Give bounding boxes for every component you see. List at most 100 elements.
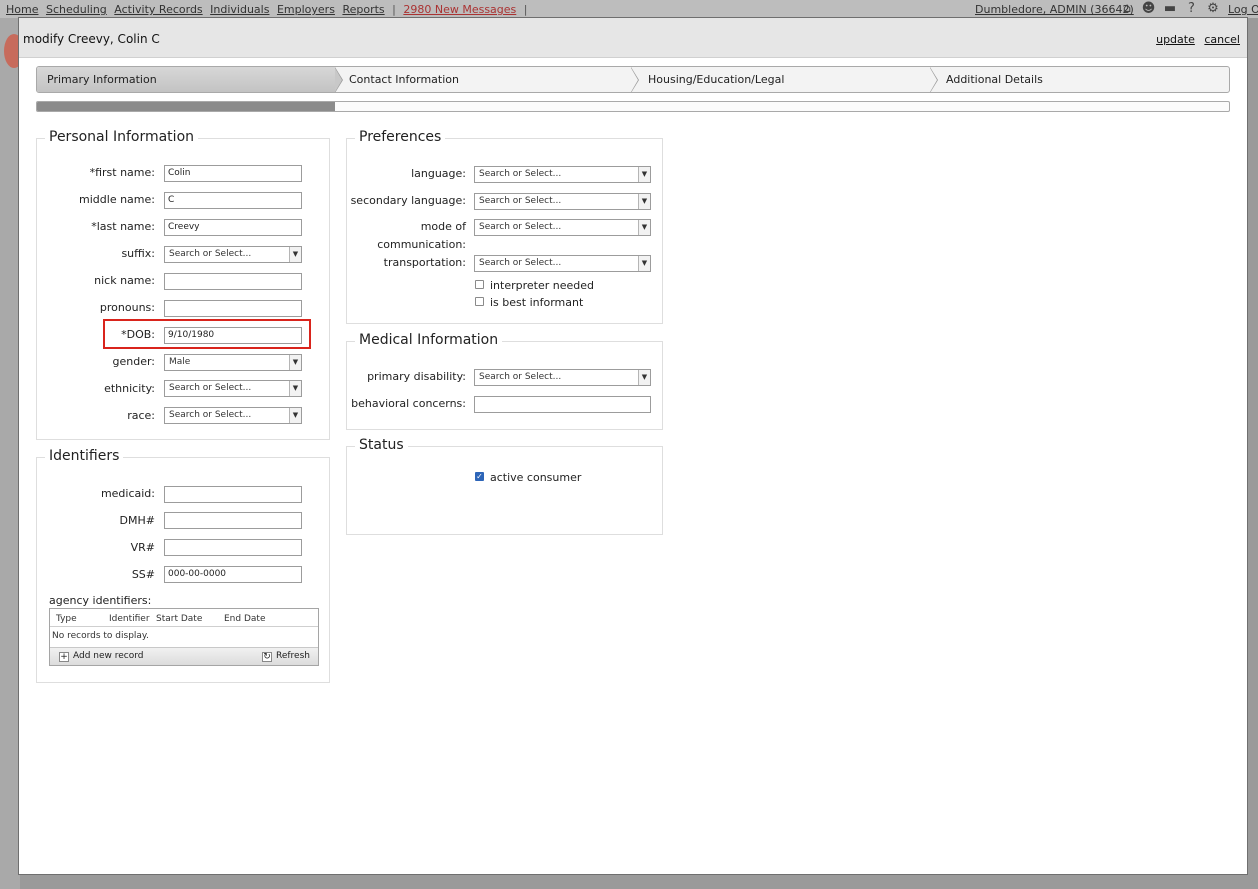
mode-of-communication-value: Search or Select...	[479, 222, 562, 232]
dialog-actions: update cancel	[1150, 33, 1240, 46]
nav-link-home[interactable]: Home	[6, 3, 38, 16]
logoff-link[interactable]: Log Off	[1228, 3, 1258, 16]
step-primary-information[interactable]: Primary Information	[37, 67, 343, 92]
transportation-select[interactable]: Search or Select... ▼	[474, 255, 651, 272]
first-name-input[interactable]: Colin	[164, 165, 302, 182]
suffix-select[interactable]: Search or Select... ▼	[164, 246, 302, 263]
step-label: Additional Details	[946, 73, 1043, 86]
grid-column-type[interactable]: Type	[56, 614, 77, 624]
agency-identifiers-grid: Type Identifier Start Date End Date No r…	[49, 608, 319, 666]
home-icon[interactable]: ⌂	[1118, 1, 1136, 16]
race-value: Search or Select...	[169, 410, 252, 420]
refresh-button[interactable]: ↻ Refresh	[262, 651, 310, 662]
chevron-down-icon[interactable]: ▼	[289, 381, 301, 396]
gear-icon[interactable]: ⚙	[1204, 1, 1222, 16]
primary-disability-select[interactable]: Search or Select... ▼	[474, 369, 651, 386]
step-contact-information[interactable]: Contact Information	[339, 67, 639, 92]
middle-name-input[interactable]: C	[164, 192, 302, 209]
refresh-icon: ↻	[262, 652, 272, 662]
chevron-down-icon[interactable]: ▼	[638, 167, 650, 182]
language-select[interactable]: Search or Select... ▼	[474, 166, 651, 183]
dmh-input[interactable]	[164, 512, 302, 529]
grid-column-identifier[interactable]: Identifier	[109, 614, 150, 624]
suffix-label: suffix:	[121, 247, 155, 260]
best-informant-checkbox[interactable]	[475, 297, 484, 306]
gender-select[interactable]: Male ▼	[164, 354, 302, 371]
step-label: Contact Information	[349, 73, 459, 86]
ethnicity-select[interactable]: Search or Select... ▼	[164, 380, 302, 397]
user-name-link[interactable]: Dumbledore, ADMIN (36642)	[975, 3, 1134, 16]
gender-label: gender:	[112, 355, 155, 368]
section-title: Personal Information	[45, 129, 199, 145]
folder-icon[interactable]: ▬	[1161, 1, 1179, 16]
step-label: Housing/Education/Legal	[648, 73, 785, 86]
wizard-steps: Primary Information Contact Information …	[36, 66, 1230, 93]
transportation-value: Search or Select...	[479, 258, 562, 268]
add-new-record-button[interactable]: + Add new record	[59, 651, 144, 662]
grid-footer: + Add new record ↻ Refresh	[50, 647, 318, 665]
step-housing-education-legal[interactable]: Housing/Education/Legal	[638, 67, 938, 92]
nav-icons: ⌂ ☻ ▬ ? ⚙	[1118, 1, 1222, 16]
cancel-link[interactable]: cancel	[1204, 33, 1240, 46]
last-name-input[interactable]: Creevy	[164, 219, 302, 236]
progress-fill	[37, 102, 335, 111]
secondary-language-select[interactable]: Search or Select... ▼	[474, 193, 651, 210]
race-label: race:	[127, 409, 155, 422]
chevron-down-icon[interactable]: ▼	[289, 247, 301, 262]
nav-messages-link[interactable]: 2980 New Messages	[403, 3, 516, 16]
mode-of-communication-select[interactable]: Search or Select... ▼	[474, 219, 651, 236]
ethnicity-value: Search or Select...	[169, 383, 252, 393]
nav-link-individuals[interactable]: Individuals	[210, 3, 269, 16]
refresh-label: Refresh	[276, 651, 310, 661]
nav-link-scheduling[interactable]: Scheduling	[46, 3, 107, 16]
chevron-down-icon[interactable]: ▼	[638, 220, 650, 235]
mode-of-communication-label-line1: mode of	[420, 220, 466, 233]
ss-input[interactable]: 000-00-0000	[164, 566, 302, 583]
nav-separator: |	[392, 3, 396, 16]
nick-name-input[interactable]	[164, 273, 302, 290]
step-additional-details[interactable]: Additional Details	[936, 67, 1226, 92]
chevron-down-icon[interactable]: ▼	[289, 408, 301, 423]
people-icon[interactable]: ☻	[1140, 1, 1158, 16]
mode-of-communication-label-line2: communication:	[377, 238, 466, 251]
race-select[interactable]: Search or Select... ▼	[164, 407, 302, 424]
dialog-title: modify Creevy, Colin C	[23, 32, 160, 46]
dob-highlight-box	[103, 319, 311, 349]
grid-empty-message: No records to display.	[52, 631, 149, 641]
behavioral-concerns-input[interactable]	[474, 396, 651, 413]
nav-link-employers[interactable]: Employers	[277, 3, 335, 16]
transportation-label: transportation:	[383, 256, 466, 269]
wizard-progress-bar	[36, 101, 1230, 112]
chevron-down-icon[interactable]: ▼	[638, 370, 650, 385]
background-nav-bar: Home Scheduling Activity Records Individ…	[0, 0, 1258, 18]
nav-link-activity-records[interactable]: Activity Records	[114, 3, 202, 16]
plus-icon: +	[59, 652, 69, 662]
language-label: language:	[411, 167, 466, 180]
primary-disability-value: Search or Select...	[479, 372, 562, 382]
dialog-title-bar: modify Creevy, Colin C update cancel	[19, 18, 1247, 58]
pronouns-input[interactable]	[164, 300, 302, 317]
medicaid-input[interactable]	[164, 486, 302, 503]
chevron-down-icon[interactable]: ▼	[289, 355, 301, 370]
primary-disability-label: primary disability:	[367, 370, 466, 383]
help-icon[interactable]: ?	[1183, 1, 1201, 16]
section-title: Identifiers	[45, 448, 124, 464]
active-consumer-label: active consumer	[490, 471, 582, 484]
middle-name-label: middle name:	[79, 193, 155, 206]
agency-identifiers-label: agency identifiers:	[49, 594, 152, 607]
vr-label: VR#	[130, 541, 155, 554]
interpreter-needed-checkbox[interactable]	[475, 280, 484, 289]
chevron-down-icon[interactable]: ▼	[638, 256, 650, 271]
nick-name-label: nick name:	[94, 274, 155, 287]
pronouns-label: pronouns:	[99, 301, 155, 314]
ss-label: SS#	[131, 568, 155, 581]
active-consumer-checkbox[interactable]: ✓	[475, 472, 484, 481]
ethnicity-label: ethnicity:	[104, 382, 155, 395]
update-link[interactable]: update	[1156, 33, 1195, 46]
grid-column-end-date[interactable]: End Date	[224, 614, 265, 624]
chevron-down-icon[interactable]: ▼	[638, 194, 650, 209]
gender-value: Male	[169, 357, 191, 367]
vr-input[interactable]	[164, 539, 302, 556]
nav-link-reports[interactable]: Reports	[342, 3, 384, 16]
grid-column-start-date[interactable]: Start Date	[156, 614, 202, 624]
